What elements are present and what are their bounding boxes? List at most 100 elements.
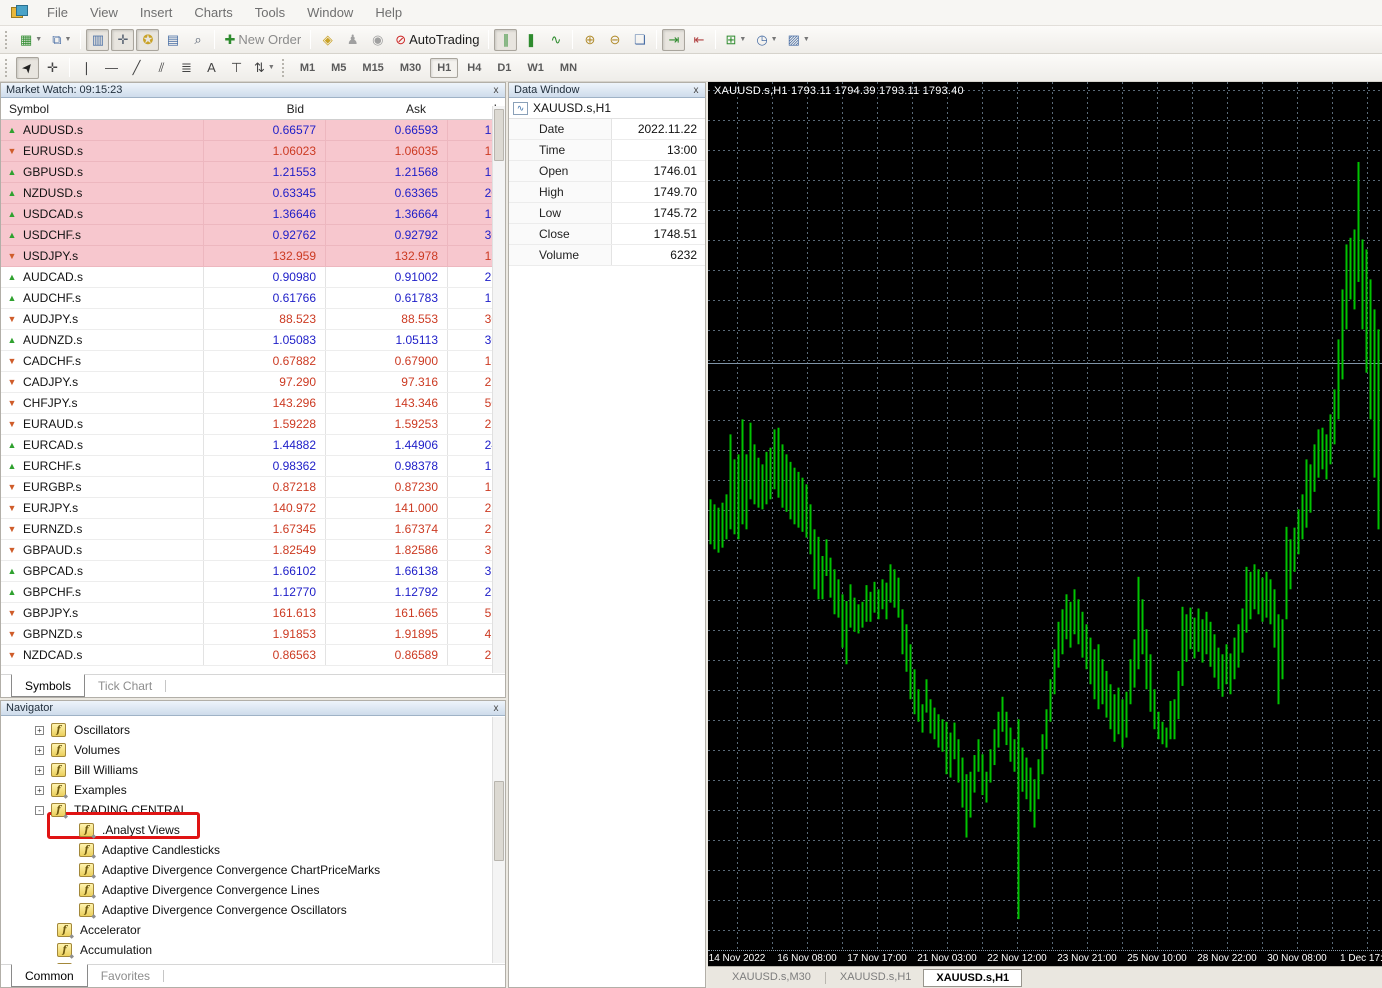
table-row[interactable]: ▲EURCHF.s0.983620.9837816 (1, 456, 505, 477)
tree-item-accelerator[interactable]: fAccelerator (1, 920, 505, 940)
table-row[interactable]: ▲USDCAD.s1.366461.3666418 (1, 204, 505, 225)
tree-item-adaptive-candlesticks[interactable]: fAdaptive Candlesticks (1, 840, 505, 860)
table-row[interactable]: ▼GBPAUD.s1.825491.8258637 (1, 540, 505, 561)
cursor-button[interactable]: ➤ (16, 57, 39, 79)
tab-tick-chart[interactable]: Tick Chart (85, 675, 165, 697)
table-row[interactable]: ▼CADJPY.s97.29097.31626 (1, 372, 505, 393)
navigator-button[interactable]: ✪ (136, 29, 159, 51)
table-row[interactable]: ▲GBPCAD.s1.661021.6613836 (1, 561, 505, 582)
chart-shift-button[interactable]: ⇤ (687, 29, 710, 51)
trend-line-button[interactable]: ╱ (125, 57, 148, 79)
tree-item-adaptive-divergence-convergence-oscillators[interactable]: fAdaptive Divergence Convergence Oscilla… (1, 900, 505, 920)
timeframe-w1-button[interactable]: W1 (520, 58, 551, 78)
time-axis[interactable]: 14 Nov 202216 Nov 08:0017 Nov 17:0021 No… (708, 950, 1382, 966)
terminal-button[interactable]: ▤ (161, 29, 184, 51)
fibonacci-button[interactable]: ≣ (175, 57, 198, 79)
market-watch-scrollbar[interactable] (492, 106, 505, 673)
chart-window[interactable]: XAUUSD.s,H1 1793.11 1794.39 1793.11 1793… (708, 82, 1382, 988)
periods-button[interactable]: ◷▼ (752, 29, 781, 51)
profiles-button[interactable]: ⧉▼ (48, 29, 75, 51)
metaeditor-button[interactable]: ◈ (316, 29, 339, 51)
table-row[interactable]: ▼GBPNZD.s1.918531.9189542 (1, 624, 505, 645)
menu-item-window[interactable]: Window (296, 0, 364, 25)
chevron-down-icon[interactable]: ▼ (771, 36, 778, 43)
chevron-down-icon[interactable]: ▼ (65, 36, 72, 43)
table-row[interactable]: ▼EURAUD.s1.592281.5925325 (1, 414, 505, 435)
arrows-button[interactable]: ⇅▼ (250, 57, 279, 79)
column-header-ask[interactable]: Ask (313, 102, 435, 116)
price-chart[interactable] (708, 82, 1382, 950)
table-row[interactable]: ▼AUDJPY.s88.52388.55330 (1, 309, 505, 330)
crosshair-button[interactable]: ✛ (41, 57, 64, 79)
tree-item--analyst-views[interactable]: f.Analyst Views (1, 820, 505, 840)
table-row[interactable]: ▼EURJPY.s140.972141.00028 (1, 498, 505, 519)
new-order-button[interactable]: ✚New Order (220, 29, 305, 51)
chevron-down-icon[interactable]: ▼ (739, 36, 746, 43)
news-button[interactable]: ◉ (366, 29, 389, 51)
timeframe-m5-button[interactable]: M5 (324, 58, 353, 78)
templates-button[interactable]: ▨▼ (784, 29, 814, 51)
auto-scroll-button[interactable]: ⇥ (662, 29, 685, 51)
table-row[interactable]: ▲USDCHF.s0.927620.9279230 (1, 225, 505, 246)
table-row[interactable]: ▼USDJPY.s132.959132.97819 (1, 246, 505, 267)
chart-tab-0[interactable]: XAUUSD.s,M30 (720, 969, 823, 987)
timeframe-h1-button[interactable]: H1 (430, 58, 458, 78)
table-row[interactable]: ▼EURUSD.s1.060231.0603512 (1, 141, 505, 162)
close-icon[interactable]: x (690, 85, 702, 96)
navigator-scrollbar[interactable] (492, 717, 505, 963)
timeframe-mn-button[interactable]: MN (553, 58, 584, 78)
table-row[interactable]: ▲NZDUSD.s0.633450.6336520 (1, 183, 505, 204)
menu-item-tools[interactable]: Tools (244, 0, 296, 25)
column-header-symbol[interactable]: Symbol (1, 102, 191, 116)
tree-item-adaptive-divergence-convergence-lines[interactable]: fAdaptive Divergence Convergence Lines (1, 880, 505, 900)
menu-item-insert[interactable]: Insert (129, 0, 184, 25)
timeframe-m30-button[interactable]: M30 (393, 58, 428, 78)
expand-toggle-icon[interactable]: + (35, 726, 44, 735)
menu-item-view[interactable]: View (79, 0, 129, 25)
candlestick-chart-button[interactable]: ❚ (519, 29, 542, 51)
toolbar-grip[interactable] (5, 31, 11, 49)
experts-button[interactable]: ♟ (341, 29, 364, 51)
table-row[interactable]: ▲AUDNZD.s1.050831.0511330 (1, 330, 505, 351)
tab-symbols[interactable]: Symbols (11, 674, 85, 697)
table-row[interactable]: ▲AUDCAD.s0.909800.9100222 (1, 267, 505, 288)
expand-toggle-icon[interactable]: - (35, 806, 44, 815)
tree-item-examples[interactable]: +fExamples (1, 780, 505, 800)
text-label-button[interactable]: ⊤ (225, 57, 248, 79)
menu-item-file[interactable]: File (36, 0, 79, 25)
data-window-button[interactable]: ✛ (111, 29, 134, 51)
toolbar-grip[interactable] (5, 59, 11, 77)
table-row[interactable]: ▲GBPCHF.s1.127701.1279222 (1, 582, 505, 603)
new-chart-button[interactable]: ▦▼ (16, 29, 46, 51)
timeframe-d1-button[interactable]: D1 (490, 58, 518, 78)
table-row[interactable]: ▼CADCHF.s0.678820.6790018 (1, 351, 505, 372)
tree-item-bill-williams[interactable]: +fBill Williams (1, 760, 505, 780)
tree-item-adaptive-divergence-convergence-chartpricemarks[interactable]: fAdaptive Divergence Convergence ChartPr… (1, 860, 505, 880)
text-button[interactable]: A (200, 57, 223, 79)
table-row[interactable]: ▲AUDCHF.s0.617660.6178317 (1, 288, 505, 309)
equidistant-channel-button[interactable]: ⫽ (150, 57, 173, 79)
line-chart-button[interactable]: ∿ (544, 29, 567, 51)
tab-common[interactable]: Common (11, 964, 88, 987)
table-row[interactable]: ▲EURCAD.s1.448821.4490624 (1, 435, 505, 456)
close-icon[interactable]: x (490, 703, 502, 714)
tile-windows-button[interactable]: ❏ (628, 29, 651, 51)
chart-tab-2[interactable]: XAUUSD.s,H1 (923, 969, 1022, 987)
chevron-down-icon[interactable]: ▼ (803, 36, 810, 43)
tree-item-volumes[interactable]: +fVolumes (1, 740, 505, 760)
close-icon[interactable]: x (490, 85, 502, 96)
timeframe-m1-button[interactable]: M1 (293, 58, 322, 78)
autotrading-button[interactable]: ⊘AutoTrading (391, 29, 483, 51)
table-row[interactable]: ▲AUDUSD.s0.665770.6659316 (1, 120, 505, 141)
expand-toggle-icon[interactable]: + (35, 746, 44, 755)
vertical-line-button[interactable]: ❘ (75, 57, 98, 79)
market-watch-button[interactable]: ▥ (86, 29, 109, 51)
tree-item-trading-central[interactable]: -fTRADING CENTRAL (1, 800, 505, 820)
scrollbar-thumb[interactable] (494, 781, 504, 861)
scrollbar-thumb[interactable] (494, 109, 504, 161)
tree-item-accumulation[interactable]: fAccumulation (1, 940, 505, 960)
column-header-bid[interactable]: Bid (191, 102, 313, 116)
strategy-tester-button[interactable]: ⌕ (186, 29, 209, 51)
timeframe-h4-button[interactable]: H4 (460, 58, 488, 78)
toolbar-grip[interactable] (282, 59, 288, 77)
